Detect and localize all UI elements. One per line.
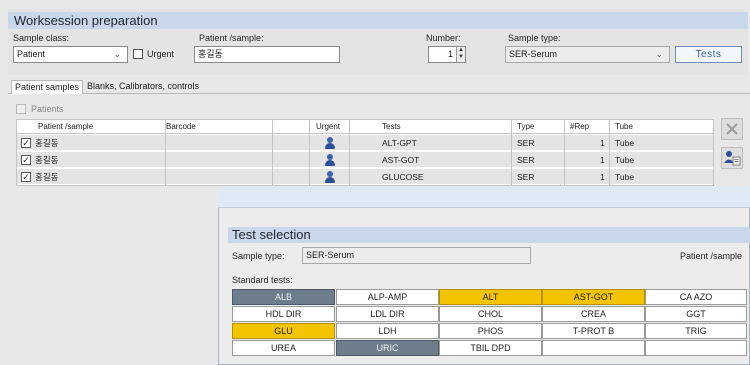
col-rep[interactable]: #Rep [570, 120, 589, 134]
test-button[interactable]: UREA [232, 340, 335, 356]
test-button[interactable]: AST-GOT [542, 289, 645, 305]
row-rep: 1 [600, 155, 605, 165]
grid-divider [511, 120, 512, 185]
row-patient: 홍길동 [35, 138, 59, 148]
tab-blanks-calibrators-controls[interactable]: Blanks, Calibrators, controls [84, 80, 202, 94]
person-icon [325, 137, 335, 149]
patient-samples-grid: Patient /sample Barcode Urgent Tests Typ… [16, 119, 714, 186]
row-test: GLUCOSE [382, 172, 424, 182]
person-icon [325, 154, 335, 166]
tab-patient-samples[interactable]: Patient samples [11, 80, 84, 94]
test-button[interactable]: ALP-AMP [336, 289, 439, 305]
number-label: Number: [426, 33, 461, 43]
sample-class-label: Sample class: [13, 33, 70, 43]
row-patient: 홍길동 [35, 155, 59, 165]
patient-list-icon [724, 151, 741, 166]
row-tube[interactable]: Tube [615, 135, 634, 151]
test-button[interactable]: TBIL DPD [439, 340, 542, 356]
test-button[interactable]: CREA [542, 306, 645, 322]
sample-type-label: Sample type: [508, 33, 561, 43]
row-patient: 홍길동 [35, 172, 59, 182]
test-button[interactable]: ALB [232, 289, 335, 305]
test-button[interactable]: CA AZO [645, 289, 747, 305]
col-tests[interactable]: Tests [382, 120, 401, 134]
grid-divider [309, 120, 310, 185]
patient-sample-label: Patient /sample: [199, 33, 264, 43]
row-rep: 1 [600, 172, 605, 182]
grid-divider [272, 120, 273, 185]
row-checkbox[interactable]: ✓ [21, 138, 31, 148]
urgent-checkbox[interactable] [133, 49, 143, 59]
worksession-title: Worksession preparation [14, 13, 158, 28]
test-button[interactable]: HDL DIR [232, 306, 335, 322]
row-type: SER [517, 138, 535, 148]
delete-x-icon [726, 123, 738, 135]
row-rep: 1 [600, 138, 605, 148]
sample-class-value: Patient [17, 49, 46, 59]
test-button[interactable]: ALT [439, 289, 542, 305]
grid-divider [609, 120, 610, 185]
chevron-down-icon: ⌄ [655, 49, 663, 59]
standard-tests-label: Standard tests: [232, 275, 293, 285]
test-button[interactable] [645, 340, 747, 356]
row-tube[interactable]: Tube [615, 152, 634, 168]
grid-divider [165, 120, 166, 185]
col-barcode[interactable]: Barcode [166, 120, 196, 134]
patients-checkbox[interactable] [16, 104, 26, 114]
popup-patient-sample-label: Patient /sample [680, 251, 743, 261]
spin-arrows-icon[interactable]: ▲ ▼ [456, 47, 465, 62]
test-selection-title: Test selection [232, 227, 311, 242]
test-button[interactable]: GLU [232, 323, 335, 339]
patient-list-button[interactable] [721, 147, 743, 169]
test-button[interactable]: URIC [336, 340, 439, 356]
person-icon [325, 171, 335, 183]
chevron-down-icon: ⌄ [113, 49, 121, 59]
row-tube[interactable]: Tube [615, 169, 634, 185]
row-test: ALT-GPT [382, 138, 417, 148]
row-type: SER [517, 172, 535, 182]
delete-button[interactable] [721, 118, 743, 140]
tests-button[interactable]: Tests [675, 46, 742, 63]
number-value: 1 [447, 49, 453, 59]
row-checkbox[interactable]: ✓ [21, 155, 31, 165]
popup-sample-type-field: SER-Serum [302, 247, 531, 264]
grid-divider [349, 120, 350, 185]
dialog-titlebar[interactable] [218, 187, 750, 208]
row-type: SER [517, 155, 535, 165]
popup-sample-type-label: Sample type: [232, 251, 285, 261]
test-button[interactable]: LDH [336, 323, 439, 339]
row-test: AST-GOT [382, 155, 420, 165]
col-type[interactable]: Type [517, 120, 534, 134]
test-button[interactable]: TRIG [645, 323, 747, 339]
urgent-label: Urgent [147, 49, 175, 59]
test-button[interactable]: LDL DIR [336, 306, 439, 322]
patients-group-label: Patients [31, 104, 64, 114]
sample-type-value: SER-Serum [509, 49, 558, 59]
col-urgent[interactable]: Urgent [316, 120, 340, 134]
row-checkbox[interactable]: ✓ [21, 172, 31, 182]
patient-sample-input[interactable]: 홍길동 [194, 46, 340, 63]
col-patient-sample[interactable]: Patient /sample [38, 120, 93, 134]
grid-divider [564, 120, 565, 185]
sample-type-select[interactable]: SER-Serum ⌄ [505, 46, 670, 63]
col-tube[interactable]: Tube [615, 120, 633, 134]
test-button[interactable] [542, 340, 645, 356]
test-button[interactable]: T-PROT B [542, 323, 645, 339]
sample-class-select[interactable]: Patient ⌄ [13, 46, 128, 63]
test-button[interactable]: PHOS [439, 323, 542, 339]
test-button[interactable]: GGT [645, 306, 747, 322]
number-stepper[interactable]: 1 ▲ ▼ [428, 46, 466, 63]
test-button[interactable]: CHOL [439, 306, 542, 322]
